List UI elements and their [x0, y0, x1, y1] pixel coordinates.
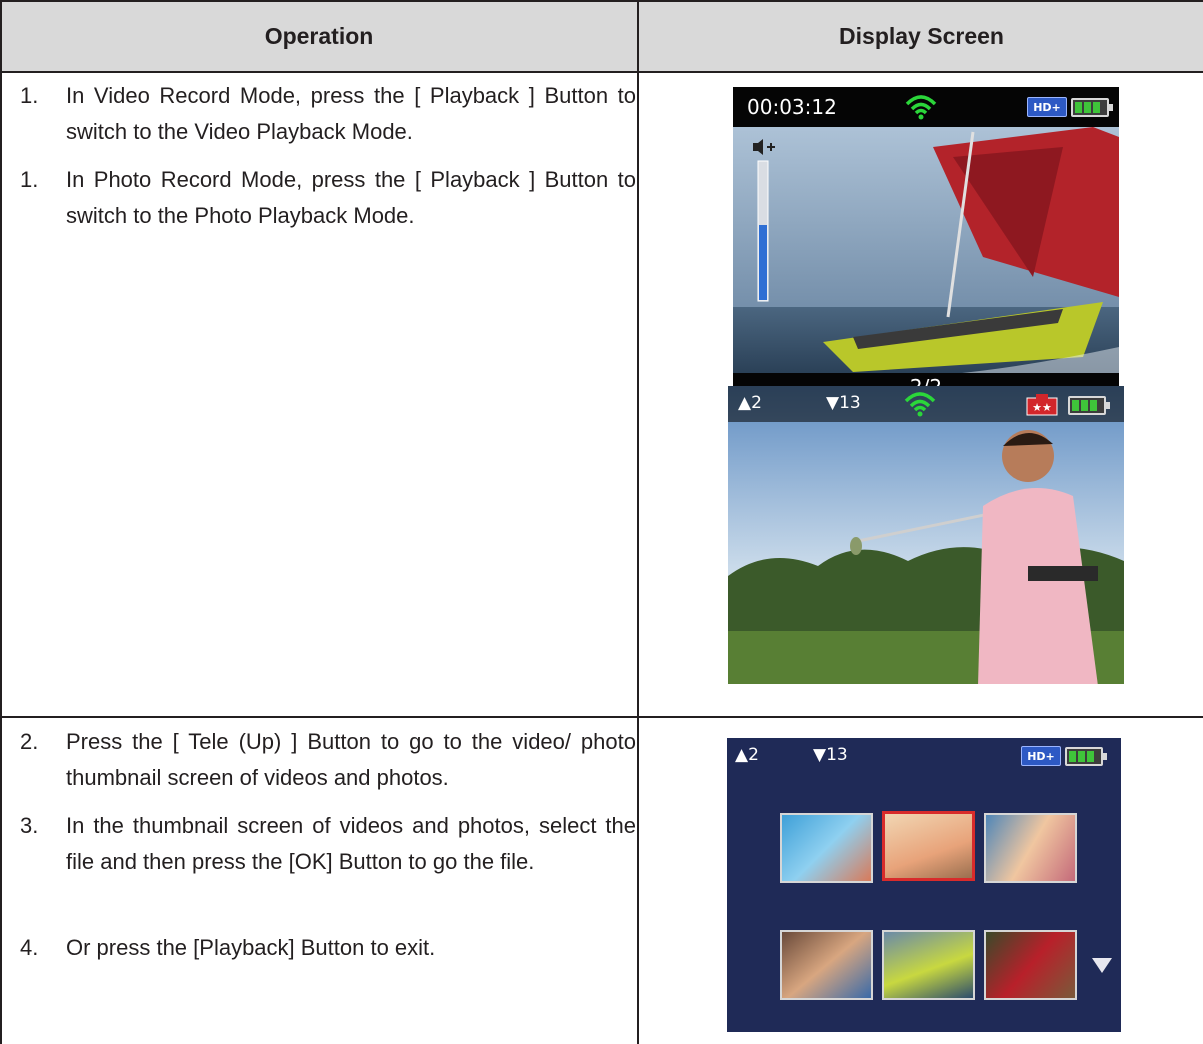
down-count: ▼13 — [813, 745, 848, 765]
step-text: In Photo Record Mode, press the [ Playba… — [66, 167, 636, 228]
step-number: 1. — [20, 83, 39, 108]
thumbnail-screen: ▲2 ▼13 HD+ — [727, 738, 1121, 1032]
video-playback-screen: 00:03:12 HD+ 2/2 — [733, 87, 1119, 401]
wifi-icon — [904, 392, 936, 417]
up-count: ▲2 — [738, 393, 762, 413]
step-number: 3. — [20, 813, 39, 838]
golfer-photo — [728, 386, 1124, 684]
volume-icon — [753, 139, 775, 302]
thumbnail-autumn[interactable] — [984, 930, 1077, 1000]
step-exit: 4. Or press the [Playback] Button to exi… — [0, 930, 640, 966]
step-thumbnail-screen: 2. Press the [ Tele (Up) ] Button to go … — [0, 724, 640, 796]
step-text: Or press the [Playback] Button to exit. — [66, 935, 436, 960]
step-select-file: 3. In the thumbnail screen of videos and… — [0, 808, 640, 916]
up-count: ▲2 — [735, 745, 759, 765]
down-count: ▼13 — [826, 393, 861, 413]
step-photo-playback: 1. In Photo Record Mode, press the [ Pla… — [0, 162, 640, 234]
battery-icon — [1065, 747, 1107, 766]
step-number: 1. — [20, 167, 39, 192]
thumbnail-pool[interactable] — [780, 813, 873, 883]
step-video-playback: 1. In Video Record Mode, press the [ Pla… — [0, 78, 640, 150]
svg-text:★★: ★★ — [1032, 401, 1052, 414]
step-number: 4. — [20, 935, 39, 960]
battery-icon — [1068, 396, 1110, 415]
sailboat-photo — [733, 87, 1119, 401]
hd-plus-badge: HD+ — [1021, 746, 1061, 766]
step-text: In Video Record Mode, press the [ Playba… — [66, 83, 636, 144]
thumbnail-kayak[interactable] — [882, 930, 975, 1000]
hd-plus-badge: HD+ — [1027, 97, 1067, 117]
wifi-icon — [905, 95, 937, 120]
header-display-screen: Display Screen — [839, 22, 1004, 49]
thumbnail-girls[interactable] — [984, 813, 1077, 883]
photo-playback-screen: ▲2 ▼13 ★★ — [728, 386, 1124, 684]
star-icon: ★★ — [1026, 394, 1058, 416]
thumbnail-kids[interactable] — [780, 930, 873, 1000]
header-operation: Operation — [264, 22, 374, 49]
battery-icon — [1071, 98, 1113, 117]
step-number: 2. — [20, 729, 39, 754]
step-text: Press the [ Tele (Up) ] Button to go to … — [66, 729, 636, 790]
scroll-down-icon[interactable] — [1091, 956, 1113, 974]
thumbnail-family-selected[interactable] — [882, 811, 975, 881]
step-text: In the thumbnail screen of videos and ph… — [66, 813, 636, 874]
recording-time: 00:03:12 — [747, 95, 837, 119]
